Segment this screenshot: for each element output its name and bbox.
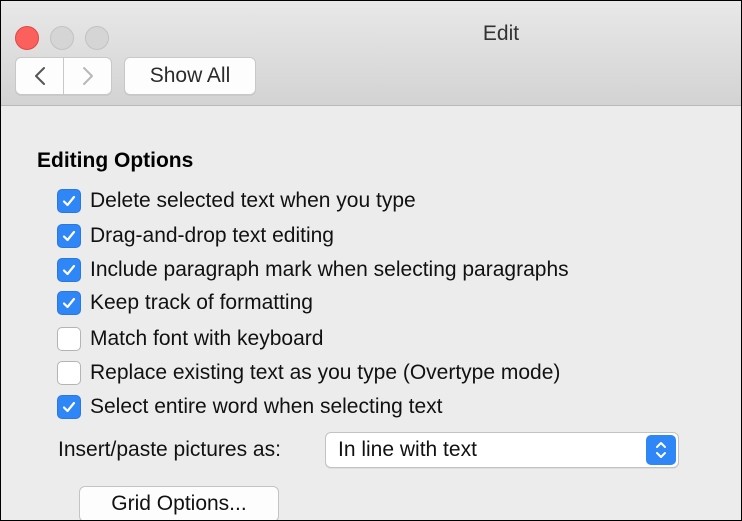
option-select-entire-word[interactable]: Select entire word when selecting text: [57, 393, 443, 421]
option-include-paragraph-mark[interactable]: Include paragraph mark when selecting pa…: [57, 256, 569, 284]
checkmark-icon: [62, 195, 76, 207]
option-label: Include paragraph mark when selecting pa…: [90, 258, 569, 281]
checkbox-match-font-keyboard[interactable]: [57, 327, 81, 351]
option-label: Delete selected text when you type: [90, 189, 416, 212]
preferences-window: Edit Show All Editing Options Delete sel…: [0, 0, 742, 521]
option-label: Select entire word when selecting text: [90, 395, 443, 418]
option-delete-selected-text[interactable]: Delete selected text when you type: [57, 187, 416, 215]
option-label: Drag-and-drop text editing: [90, 224, 334, 247]
checkmark-icon: [62, 264, 76, 276]
insert-paste-select[interactable]: In line with text: [325, 432, 679, 468]
insert-paste-label: Insert/paste pictures as:: [58, 438, 281, 461]
grid-options-button[interactable]: Grid Options...: [79, 486, 279, 520]
checkmark-icon: [62, 401, 76, 413]
option-label: Replace existing text as you type (Overt…: [90, 361, 561, 384]
window-title: Edit: [482, 22, 520, 45]
navigation-buttons: [15, 57, 112, 95]
checkbox-replace-existing-text[interactable]: [57, 361, 81, 385]
checkbox-keep-track-formatting[interactable]: [57, 291, 81, 315]
checkmark-icon: [62, 297, 76, 309]
option-label: Match font with keyboard: [90, 327, 324, 350]
checkbox-delete-selected-text[interactable]: [57, 189, 81, 213]
option-drag-and-drop[interactable]: Drag-and-drop text editing: [57, 222, 334, 250]
checkbox-select-entire-word[interactable]: [57, 395, 81, 419]
option-match-font-keyboard[interactable]: Match font with keyboard: [57, 325, 323, 353]
up-down-chevron-icon: [656, 442, 666, 458]
show-all-button[interactable]: Show All: [124, 57, 256, 95]
checkbox-drag-and-drop[interactable]: [57, 224, 81, 248]
chevron-right-icon: [82, 67, 93, 85]
chevron-left-icon: [34, 67, 45, 85]
option-replace-existing-text[interactable]: Replace existing text as you type (Overt…: [57, 359, 560, 387]
forward-button[interactable]: [63, 58, 111, 94]
window-toolbar: Edit Show All: [1, 1, 741, 106]
select-arrows-icon[interactable]: [646, 435, 676, 465]
checkbox-include-paragraph-mark[interactable]: [57, 258, 81, 282]
insert-paste-selected-value: In line with text: [338, 438, 477, 461]
option-keep-track-formatting[interactable]: Keep track of formatting: [57, 289, 313, 317]
checkmark-icon: [62, 230, 76, 242]
option-label: Keep track of formatting: [90, 291, 313, 314]
back-button[interactable]: [16, 58, 63, 94]
editing-options-title: Editing Options: [37, 149, 194, 172]
